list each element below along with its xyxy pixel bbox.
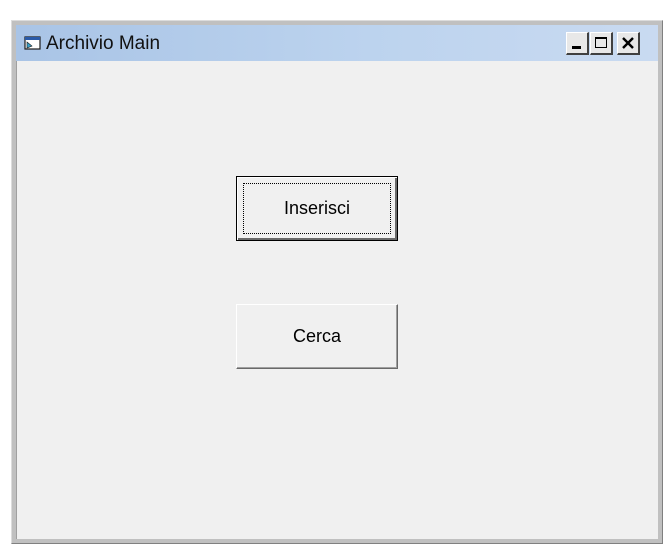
form-client-area: Inserisci Cerca [16, 61, 658, 539]
title-bar[interactable]: Archivio Main [16, 25, 658, 61]
inserisci-label: Inserisci [283, 198, 350, 218]
form-icon [24, 35, 42, 51]
close-button[interactable] [617, 32, 640, 55]
window-title: Archivio Main [46, 33, 161, 54]
archivio-main-window: Archivio Main Inserisci Cerca [11, 20, 663, 544]
inserisci-button[interactable]: Inserisci [236, 176, 398, 241]
minimize-button[interactable] [566, 32, 589, 55]
cerca-label: Cerca [292, 326, 341, 346]
cerca-button[interactable]: Cerca [236, 304, 398, 369]
maximize-button[interactable] [590, 32, 613, 55]
